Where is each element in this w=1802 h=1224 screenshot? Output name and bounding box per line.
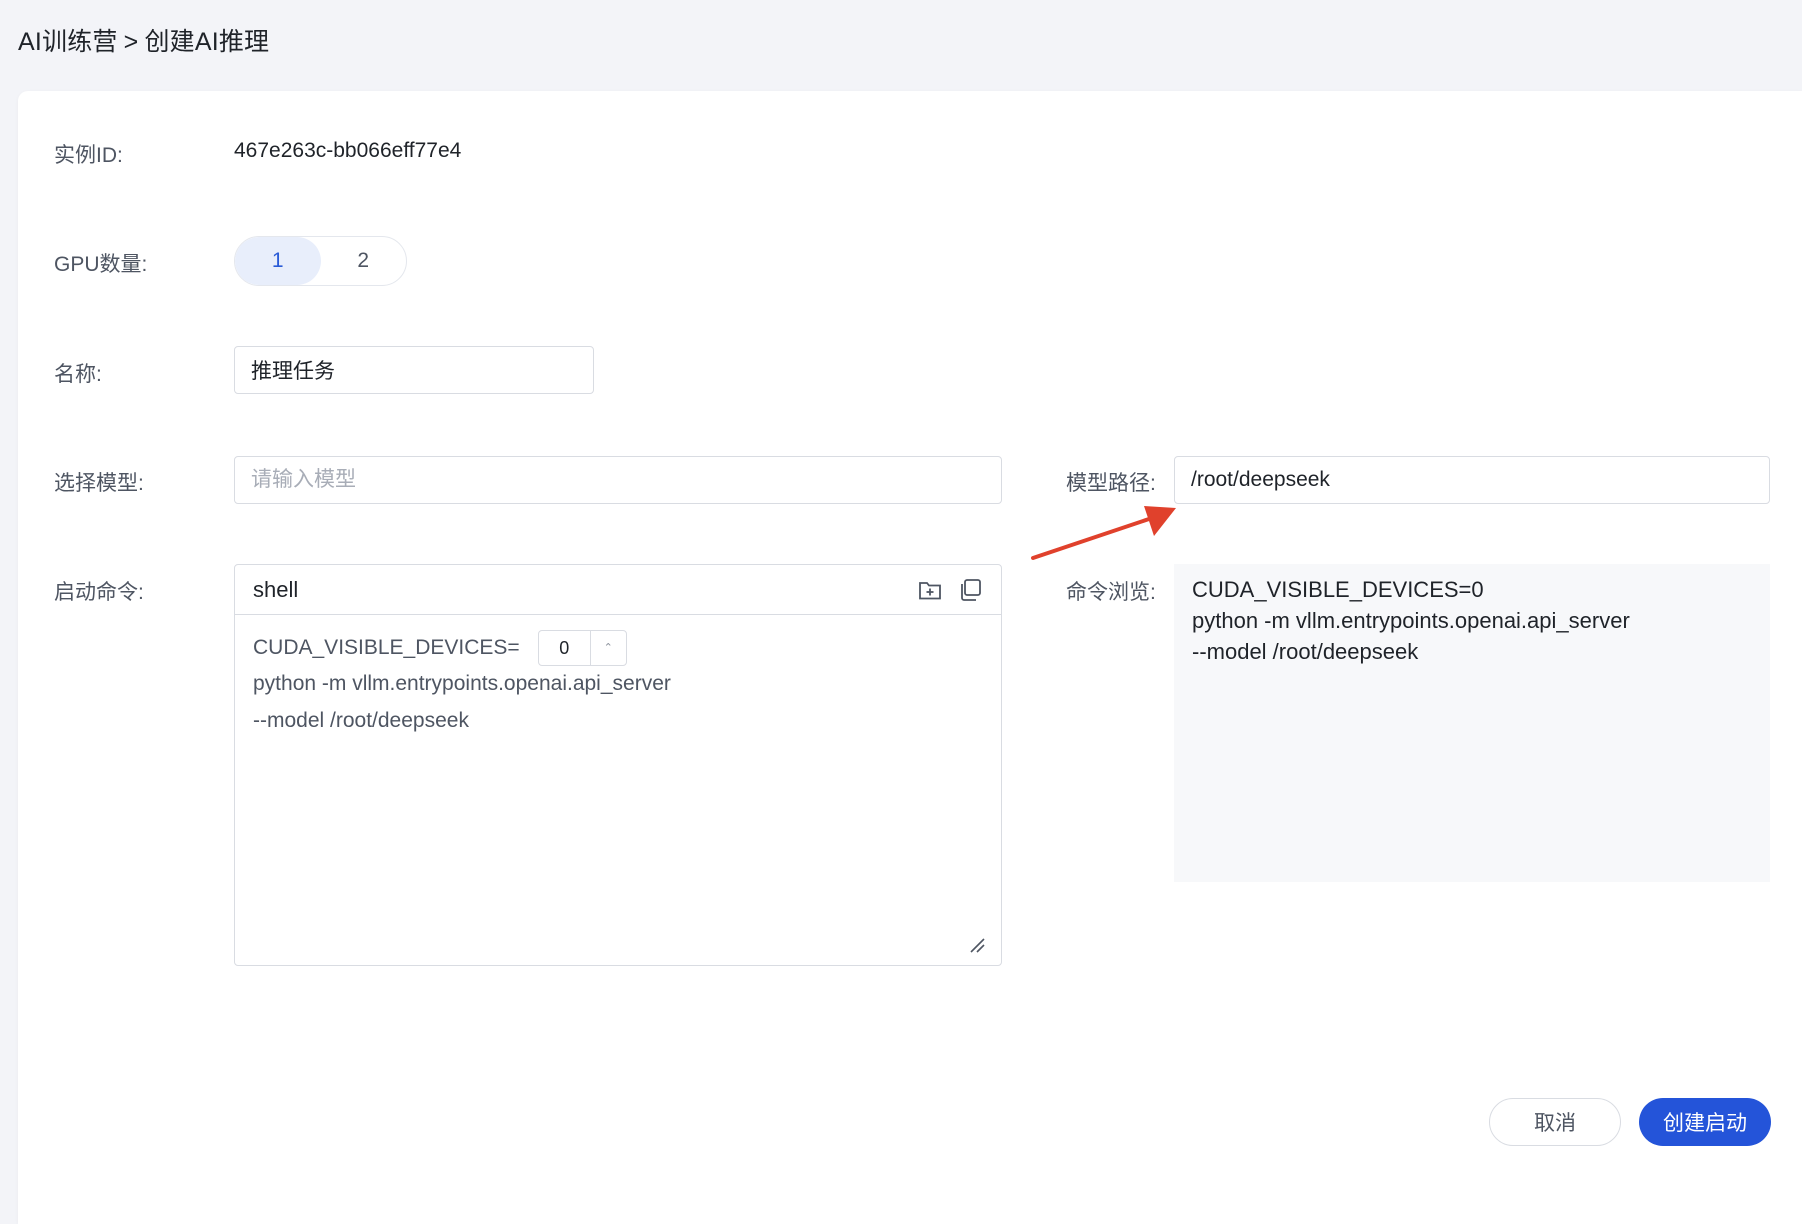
- gpu-option-2[interactable]: 2: [321, 237, 407, 285]
- resize-handle-icon[interactable]: [969, 937, 985, 953]
- gpu-count-label: GPU数量:: [54, 253, 148, 276]
- gpu-option-1[interactable]: 1: [235, 237, 321, 285]
- model-input[interactable]: [234, 456, 1002, 504]
- red-arrow-annotation: [1031, 506, 1176, 560]
- command-line-3: --model /root/deepseek: [253, 709, 469, 732]
- command-preview: CUDA_VISIBLE_DEVICES=0 python -m vllm.en…: [1174, 564, 1770, 882]
- folder-plus-icon[interactable]: [917, 577, 943, 603]
- preview-line-3: --model /root/deepseek: [1192, 639, 1419, 664]
- device-value[interactable]: 0: [539, 631, 590, 665]
- create-start-button[interactable]: 创建启动: [1639, 1098, 1771, 1146]
- editor-header: shell: [235, 565, 1001, 615]
- cancel-button[interactable]: 取消: [1489, 1098, 1621, 1146]
- breadcrumb-current: 创建AI推理: [144, 28, 270, 56]
- preview-line-1: CUDA_VISIBLE_DEVICES=0: [1192, 577, 1484, 602]
- editor-language: shell: [253, 576, 299, 602]
- preview-line-2: python -m vllm.entrypoints.openai.api_se…: [1192, 608, 1630, 633]
- breadcrumb-parent[interactable]: AI训练营: [18, 28, 118, 56]
- gpu-count-selector: 1 2: [234, 236, 407, 286]
- env-prefix: CUDA_VISIBLE_DEVICES=: [253, 636, 520, 659]
- instance-id-label: 实例ID:: [54, 144, 123, 167]
- stepper-arrows: ⌃ ⌄: [589, 631, 626, 665]
- editor-tools: [917, 577, 983, 603]
- command-editor: shell CUDA_VISIBLE_DEVICES= 0 ⌃ python -…: [234, 564, 1002, 966]
- start-command-label: 启动命令:: [54, 581, 144, 604]
- device-stepper[interactable]: 0 ⌃ ⌄: [537, 630, 627, 666]
- editor-body[interactable]: CUDA_VISIBLE_DEVICES= 0 ⌃ ⌄ python -m vl…: [235, 615, 1001, 752]
- name-label: 名称:: [54, 363, 102, 386]
- chevron-up-icon[interactable]: ⌃: [591, 631, 626, 665]
- model-path-input[interactable]: [1174, 456, 1770, 504]
- breadcrumb: AI训练营 > 创建AI推理: [18, 22, 269, 58]
- copy-icon[interactable]: [957, 577, 983, 603]
- breadcrumb-separator: >: [123, 28, 139, 56]
- model-label: 选择模型:: [54, 472, 144, 495]
- command-preview-label: 命令浏览:: [1066, 581, 1156, 604]
- name-input[interactable]: [234, 346, 594, 394]
- instance-id-value: 467e263c-bb066eff77e4: [234, 139, 462, 162]
- model-path-label: 模型路径:: [1066, 472, 1156, 495]
- env-row: CUDA_VISIBLE_DEVICES= 0 ⌃ ⌄: [253, 629, 983, 667]
- command-line-2: python -m vllm.entrypoints.openai.api_se…: [253, 672, 671, 695]
